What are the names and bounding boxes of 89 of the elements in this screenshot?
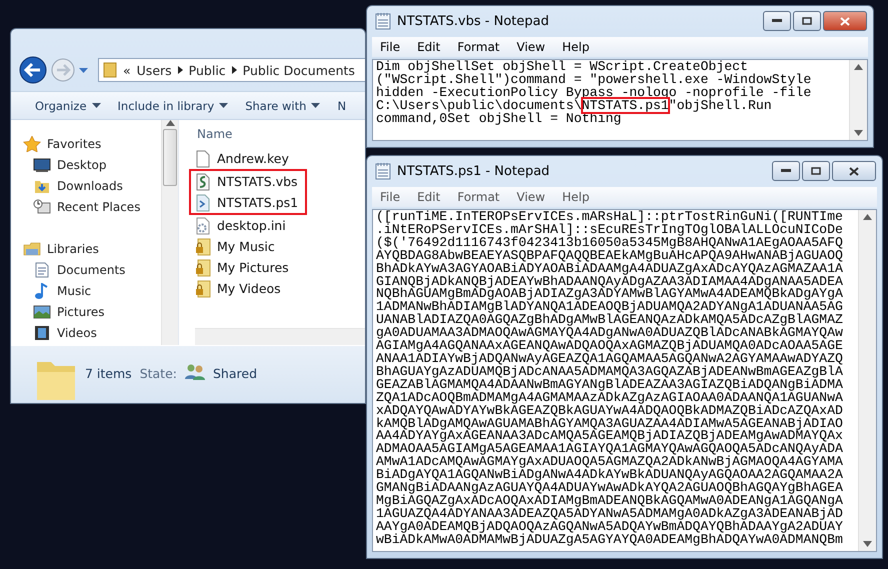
explorer-entry[interactable]: NTSTATS.vbs xyxy=(195,171,305,192)
library-icon xyxy=(23,240,41,256)
highlighted-text: NTSTATS.ps1 xyxy=(582,98,669,113)
window-title: NTSTATS.ps1 - Notepad xyxy=(397,164,551,178)
close-icon xyxy=(849,166,859,176)
recent-places-icon xyxy=(33,198,51,214)
address-bar[interactable]: « Users Public Public Documents xyxy=(98,58,365,82)
up-arrow-icon[interactable] xyxy=(854,64,863,70)
nav-item[interactable]: Downloads xyxy=(23,175,161,196)
scrollbar-thumb[interactable] xyxy=(163,129,177,186)
breadcrumb-item[interactable]: Public xyxy=(188,62,226,78)
minimize-icon xyxy=(781,169,791,173)
sharing-state: Shared xyxy=(213,366,258,381)
scrollbar[interactable] xyxy=(161,120,178,345)
menu-item[interactable]: Format xyxy=(449,40,509,54)
explorer-entry[interactable]: NTSTATS.ps1 xyxy=(195,192,305,213)
folder-icon xyxy=(103,62,117,78)
caret-icon xyxy=(219,103,228,108)
menu-item[interactable]: Edit xyxy=(409,190,450,204)
chevron-icon xyxy=(232,66,237,74)
nav-item[interactable]: Recent Places xyxy=(23,196,161,217)
minimize-icon xyxy=(772,19,782,23)
close-icon xyxy=(840,16,850,26)
menu-item[interactable]: Help xyxy=(554,190,598,204)
maximize-icon xyxy=(811,167,821,175)
document-icon xyxy=(33,262,51,278)
nav-item[interactable]: Music xyxy=(23,280,161,301)
nav-item[interactable]: Documents xyxy=(23,259,161,280)
picture-icon xyxy=(33,304,51,320)
maximize-button[interactable] xyxy=(802,161,830,181)
close-button[interactable] xyxy=(823,11,867,31)
up-arrow-icon[interactable] xyxy=(166,120,174,126)
minimize-button[interactable] xyxy=(772,161,800,181)
notepad-icon xyxy=(375,162,391,180)
nav-item[interactable]: Desktop xyxy=(23,154,161,175)
nav-item[interactable]: Videos xyxy=(23,322,161,343)
nav-group[interactable]: Libraries xyxy=(23,238,161,259)
locked-folder-icon xyxy=(195,258,211,276)
window-title: NTSTATS.vbs - Notepad xyxy=(397,14,550,28)
explorer-entry[interactable]: My Pictures xyxy=(195,257,365,278)
toolbar-button[interactable]: Include in library xyxy=(118,98,228,112)
toolbar-button[interactable]: N xyxy=(337,98,346,112)
maximize-button[interactable] xyxy=(793,11,821,31)
menu-item[interactable]: Format xyxy=(449,190,509,204)
menu-item[interactable]: Help xyxy=(554,40,598,54)
explorer-entry[interactable]: Andrew.key xyxy=(195,148,365,169)
breadcrumb-item[interactable]: Public Documents xyxy=(242,62,355,78)
star-icon xyxy=(23,136,41,152)
back-button[interactable] xyxy=(19,56,47,84)
explorer-entry[interactable]: My Videos xyxy=(195,278,365,299)
notepad-icon xyxy=(375,12,391,30)
blank-file-icon xyxy=(195,150,211,168)
up-arrow-icon[interactable] xyxy=(863,214,872,220)
explorer-entry[interactable]: desktop.ini xyxy=(195,215,365,236)
chevron-icon xyxy=(178,66,183,74)
caret-icon xyxy=(92,103,101,108)
locked-folder-icon xyxy=(195,280,211,298)
down-arrow-icon[interactable] xyxy=(863,541,872,547)
menu-item[interactable]: View xyxy=(508,190,554,204)
settings-file-icon xyxy=(195,216,211,234)
column-header[interactable]: Name xyxy=(195,120,365,148)
monitor-icon xyxy=(33,156,51,172)
breadcrumb-overflow[interactable]: « xyxy=(123,62,131,78)
minimize-button[interactable] xyxy=(763,11,791,31)
item-count: 7 items xyxy=(85,366,132,381)
script-file-icon xyxy=(195,194,211,212)
scrollbar[interactable] xyxy=(849,60,867,140)
menu-item[interactable]: File xyxy=(372,190,410,204)
maximize-icon xyxy=(802,17,812,25)
toolbar-button[interactable]: Share with xyxy=(245,98,320,112)
down-arrow-icon[interactable] xyxy=(854,130,863,136)
horizontal-scrollbar[interactable] xyxy=(195,328,365,345)
caret-icon xyxy=(311,103,320,108)
breadcrumb-item[interactable]: Users xyxy=(136,62,172,78)
people-icon xyxy=(185,363,205,381)
menu-item[interactable]: View xyxy=(508,40,554,54)
film-icon xyxy=(33,324,51,340)
state-label: State: xyxy=(140,366,177,381)
toolbar-button[interactable]: Organize xyxy=(35,98,101,112)
locked-folder-icon xyxy=(195,238,211,256)
scrollbar[interactable] xyxy=(858,210,876,551)
menu-item[interactable]: Edit xyxy=(409,40,450,54)
close-button[interactable] xyxy=(832,161,876,181)
nav-group[interactable]: Favorites xyxy=(23,133,161,154)
explorer-entry[interactable]: My Music xyxy=(195,236,365,257)
nav-item[interactable]: Pictures xyxy=(23,301,161,322)
script-file-icon xyxy=(195,172,211,190)
menu-item[interactable]: File xyxy=(372,40,410,54)
dropdown-arrow-icon[interactable] xyxy=(79,68,88,72)
